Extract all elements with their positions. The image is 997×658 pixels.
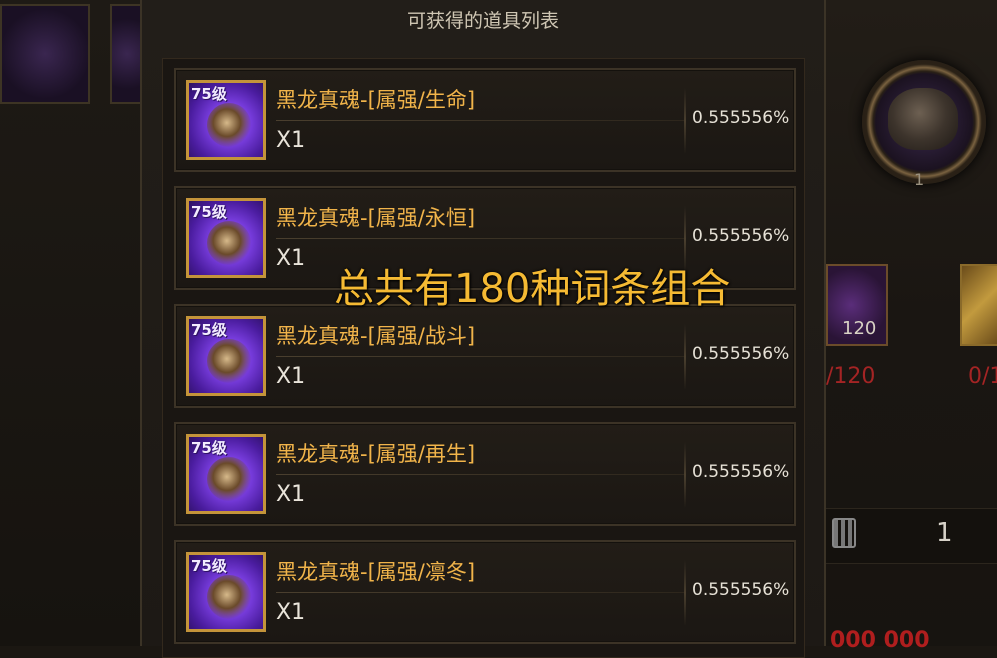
panel-title: 可获得的道具列表	[406, 10, 559, 32]
overlay-caption: 总共有180种词条组合	[334, 266, 731, 312]
obtainable-items-panel: 可获得的道具列表 75级 黑龙真魂-[属强/生命] X1 0.555556% 7…	[140, 0, 826, 658]
background-item-slot	[110, 4, 144, 104]
item-name: 黑龙真魂-[属强/战斗]	[276, 324, 476, 348]
item-probability: 0.555556%	[692, 462, 790, 482]
item-name: 黑龙真魂-[属强/再生]	[276, 442, 476, 466]
item-name: 黑龙真魂-[属强/生命]	[276, 88, 476, 112]
item-level-badge: 75级	[191, 557, 227, 575]
list-item[interactable]: 75级 黑龙真魂-[属强/生命] X1 0.555556%	[174, 68, 796, 172]
list-item[interactable]: 75级 黑龙真魂-[属强/凛冬] X1 0.555556%	[174, 540, 796, 644]
black-dragon-soul-icon[interactable]: 75级	[186, 198, 266, 278]
divider	[684, 88, 686, 154]
list-item[interactable]: 75级 黑龙真魂-[属强/再生] X1 0.555556%	[174, 422, 796, 526]
divider	[276, 592, 686, 593]
item-level-badge: 75级	[191, 203, 227, 221]
black-dragon-soul-icon[interactable]: 75级	[186, 80, 266, 160]
item-level-badge: 75级	[191, 439, 227, 457]
ticket-progress: 0/1	[968, 364, 997, 389]
divider	[684, 324, 686, 390]
orb-count: 1	[914, 170, 925, 189]
item-quantity: X1	[276, 364, 306, 389]
orb-item-icon	[888, 88, 958, 150]
divider	[276, 356, 686, 357]
item-probability: 0.555556%	[692, 226, 790, 246]
red-amount: 000 000	[830, 628, 930, 653]
divider	[276, 120, 686, 121]
ticket-item-icon[interactable]	[960, 264, 997, 346]
item-quantity: X1	[276, 246, 306, 271]
item-name: 黑龙真魂-[属强/永恒]	[276, 206, 476, 230]
list-item[interactable]: 75级 黑龙真魂-[属强/战斗] X1 0.555556%	[174, 304, 796, 408]
divider	[684, 442, 686, 508]
card-progress: /120	[826, 364, 876, 389]
black-dragon-soul-icon[interactable]: 75级	[186, 552, 266, 632]
item-name: 黑龙真魂-[属强/凛冬]	[276, 560, 476, 584]
calculator-icon[interactable]	[832, 518, 856, 548]
item-quantity: X1	[276, 600, 306, 625]
item-probability: 0.555556%	[692, 580, 790, 600]
item-probability: 0.555556%	[692, 108, 790, 128]
item-quantity: X1	[276, 482, 306, 507]
item-probability: 0.555556%	[692, 344, 790, 364]
black-dragon-soul-icon[interactable]: 75级	[186, 316, 266, 396]
item-quantity: X1	[276, 128, 306, 153]
background-item-slot	[0, 4, 90, 104]
divider	[276, 474, 686, 475]
item-level-badge: 75级	[191, 85, 227, 103]
quantity-value[interactable]: 1	[936, 518, 953, 548]
card-count: 120	[842, 318, 877, 339]
black-dragon-soul-icon[interactable]: 75级	[186, 434, 266, 514]
divider	[684, 560, 686, 626]
item-level-badge: 75级	[191, 321, 227, 339]
divider	[276, 238, 686, 239]
